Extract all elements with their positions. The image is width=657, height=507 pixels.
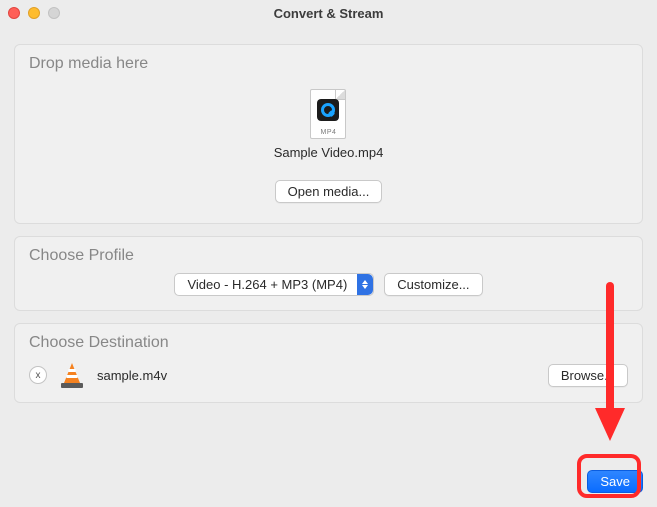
profile-select[interactable]: Video - H.264 + MP3 (MP4) <box>174 273 374 296</box>
file-type-label: MP4 <box>311 129 345 136</box>
destination-file-name: sample.m4v <box>97 368 167 383</box>
window-titlebar: Convert & Stream <box>0 0 657 26</box>
media-file[interactable]: MP4 Sample Video.mp4 <box>274 89 384 160</box>
choose-profile-title: Choose Profile <box>29 247 628 265</box>
action-bar: Save <box>587 470 643 493</box>
chevron-up-down-icon <box>357 274 373 295</box>
mp4-file-icon: MP4 <box>308 89 348 139</box>
drop-media-title: Drop media here <box>29 55 628 73</box>
open-media-button[interactable]: Open media... <box>275 180 383 203</box>
vlc-file-icon <box>61 362 83 388</box>
choose-profile-panel: Choose Profile Video - H.264 + MP3 (MP4)… <box>14 236 643 311</box>
window-title: Convert & Stream <box>274 6 384 21</box>
drop-media-panel: Drop media here MP4 Sample Video.mp4 Ope… <box>14 44 643 224</box>
profile-selected-label: Video - H.264 + MP3 (MP4) <box>187 277 357 292</box>
clear-destination-button[interactable]: x <box>29 366 47 384</box>
window-controls <box>8 7 60 19</box>
save-button[interactable]: Save <box>587 470 643 493</box>
customize-button[interactable]: Customize... <box>384 273 482 296</box>
close-window-icon[interactable] <box>8 7 20 19</box>
browse-button[interactable]: Browse... <box>548 364 628 387</box>
media-file-name: Sample Video.mp4 <box>274 145 384 160</box>
choose-destination-title: Choose Destination <box>29 334 628 352</box>
content-area: Drop media here MP4 Sample Video.mp4 Ope… <box>0 26 657 417</box>
minimize-window-icon[interactable] <box>28 7 40 19</box>
choose-destination-panel: Choose Destination x sample.m4v Browse..… <box>14 323 643 403</box>
drop-area[interactable]: MP4 Sample Video.mp4 Open media... <box>29 81 628 203</box>
zoom-window-icon <box>48 7 60 19</box>
